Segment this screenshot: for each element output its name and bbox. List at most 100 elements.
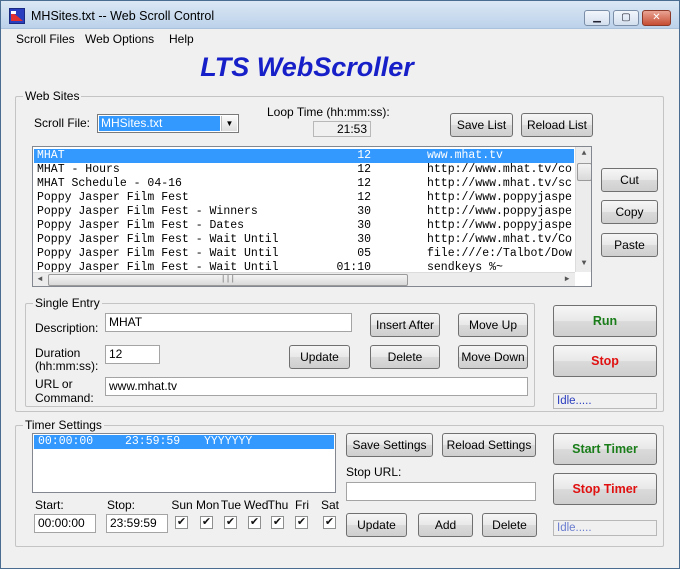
url-command-input[interactable]: www.mhat.tv <box>105 377 528 396</box>
loop-time-label: Loop Time (hh:mm:ss): <box>267 105 390 119</box>
timer-list[interactable]: 00:00:00 23:59:59 YYYYYYY <box>32 433 336 493</box>
site-url: http://www.poppyjaspe <box>427 219 572 232</box>
run-button[interactable]: Run <box>553 305 657 337</box>
hscroll-thumb[interactable]: ||| <box>48 274 408 286</box>
checkmark-icon: ✔ <box>176 516 187 528</box>
stop-url-input[interactable] <box>346 482 536 501</box>
start-time-input[interactable]: 00:00:00 <box>34 514 96 533</box>
url-label-line2: Command: <box>35 391 94 405</box>
site-url: http://www.poppyjaspe <box>427 191 572 204</box>
save-list-button[interactable]: Save List <box>450 113 513 137</box>
site-description: Poppy Jasper Film Fest - Wait Until <box>37 233 279 246</box>
site-url: http://www.poppyjaspe <box>427 205 572 218</box>
day-label-sun: Sun <box>171 498 193 512</box>
insert-after-button[interactable]: Insert After <box>370 313 440 337</box>
sites-list-hscroll[interactable]: ◄ ||| ► <box>33 272 575 286</box>
sites-list[interactable]: MHAT 12 www.mhat.tv MHAT - Hours 12 http://ww… <box>32 146 592 287</box>
timer-settings-group-label: Timer Settings <box>23 418 104 432</box>
day-checkbox-sun[interactable]: ✔ <box>175 516 188 529</box>
menu-help[interactable]: Help <box>169 32 194 46</box>
timer-add-button[interactable]: Add <box>418 513 473 537</box>
day-checkbox-sat[interactable]: ✔ <box>323 516 336 529</box>
close-icon: ✕ <box>652 12 661 23</box>
maximize-icon: ▢ <box>621 12 631 23</box>
timer-row-stop: 23:59:59 <box>125 435 181 448</box>
timer-update-button[interactable]: Update <box>346 513 407 537</box>
move-up-button[interactable]: Move Up <box>458 313 528 337</box>
day-label-fri: Fri <box>295 498 309 512</box>
site-description: Poppy Jasper Film Fest - Wait Until <box>37 247 279 260</box>
scroll-right-icon[interactable]: ► <box>560 273 574 286</box>
day-label-wed: Wed <box>244 498 269 512</box>
scroll-up-icon[interactable]: ▲ <box>576 147 591 161</box>
day-checkbox-tue[interactable]: ✔ <box>224 516 237 529</box>
site-description: MHAT Schedule - 04-16 <box>37 177 182 190</box>
start-timer-button[interactable]: Start Timer <box>553 433 657 465</box>
cut-button[interactable]: Cut <box>601 168 658 192</box>
menu-scroll-files[interactable]: Scroll Files <box>16 32 75 46</box>
site-url: www.mhat.tv <box>427 149 503 162</box>
sites-list-row[interactable]: Poppy Jasper Film Fest - Wait Until 05 fil… <box>34 247 574 261</box>
timer-delete-button[interactable]: Delete <box>482 513 537 537</box>
timer-list-row[interactable]: 00:00:00 23:59:59 YYYYYYY <box>34 435 334 449</box>
sites-list-row[interactable]: Poppy Jasper Film Fest - Wait Until 30 htt… <box>34 233 574 247</box>
day-checkbox-mon[interactable]: ✔ <box>200 516 213 529</box>
paste-button[interactable]: Paste <box>601 233 658 257</box>
site-description: MHAT <box>37 149 65 162</box>
reload-settings-button[interactable]: Reload Settings <box>442 433 536 457</box>
title-bar[interactable]: MHSites.txt -- Web Scroll Control ▁ ▢ ✕ <box>1 1 679 29</box>
sites-list-vscroll[interactable]: ▲ ▼ <box>575 147 591 272</box>
start-label: Start: <box>35 498 64 512</box>
day-checkbox-fri[interactable]: ✔ <box>295 516 308 529</box>
dropdown-arrow-icon[interactable]: ▼ <box>221 116 237 131</box>
sites-list-row[interactable]: MHAT Schedule - 04-16 12 http://www.mhat.t… <box>34 177 574 191</box>
vscroll-thumb[interactable] <box>577 163 591 181</box>
day-label-thu: Thu <box>267 498 289 512</box>
menu-bar: Scroll Files Web Options Help <box>1 29 679 49</box>
app-window: MHSites.txt -- Web Scroll Control ▁ ▢ ✕ … <box>0 0 680 569</box>
duration-label-line1: Duration <box>35 346 81 360</box>
timer-row-days: YYYYYYY <box>204 435 253 448</box>
copy-button[interactable]: Copy <box>601 200 658 224</box>
sites-list-row[interactable]: MHAT 12 www.mhat.tv <box>34 149 574 163</box>
save-settings-button[interactable]: Save Settings <box>346 433 433 457</box>
move-down-button[interactable]: Move Down <box>458 345 528 369</box>
reload-list-button[interactable]: Reload List <box>521 113 593 137</box>
entry-delete-button[interactable]: Delete <box>370 345 440 369</box>
day-checkbox-wed[interactable]: ✔ <box>248 516 261 529</box>
stop-time-label: Stop: <box>107 498 136 512</box>
timer-status: Idle..... <box>553 520 657 536</box>
description-input[interactable]: MHAT <box>105 313 352 332</box>
sites-list-row[interactable]: Poppy Jasper Film Fest - Dates 30 http://w… <box>34 219 574 233</box>
description-label: Description: <box>35 321 99 335</box>
sites-list-row[interactable]: Poppy Jasper Film Fest - Winners 30 http:/… <box>34 205 574 219</box>
checkmark-icon: ✔ <box>249 516 260 528</box>
site-duration: 12 <box>357 149 371 162</box>
scroll-file-select[interactable]: MHSites.txt ▼ <box>97 114 239 133</box>
sites-list-row[interactable]: MHAT - Hours 12 http://www.mhat.tv/co <box>34 163 574 177</box>
stop-button[interactable]: Stop <box>553 345 657 377</box>
window-title: MHSites.txt -- Web Scroll Control <box>31 9 215 23</box>
day-label-sat: Sat <box>320 498 339 512</box>
site-duration: 12 <box>357 191 371 204</box>
loop-time-value: 21:53 <box>313 121 371 137</box>
minimize-button[interactable]: ▁ <box>584 10 610 26</box>
app-title: LTS WebScroller <box>200 52 414 82</box>
site-url: file:///e:/Talbot/Dow <box>427 247 572 260</box>
scroll-down-icon[interactable]: ▼ <box>576 257 591 271</box>
menu-web-options[interactable]: Web Options <box>85 32 154 46</box>
stop-timer-button[interactable]: Stop Timer <box>553 473 657 505</box>
checkmark-icon: ✔ <box>296 516 307 528</box>
site-duration: 12 <box>357 177 371 190</box>
site-description: Poppy Jasper Film Fest - Dates <box>37 219 245 232</box>
day-checkbox-thu[interactable]: ✔ <box>271 516 284 529</box>
stop-time-input[interactable]: 23:59:59 <box>106 514 168 533</box>
sites-list-row[interactable]: Poppy Jasper Film Fest 12 http://www.poppy… <box>34 191 574 205</box>
entry-update-button[interactable]: Update <box>289 345 350 369</box>
scroll-left-icon[interactable]: ◄ <box>33 273 47 286</box>
checkmark-icon: ✔ <box>201 516 212 528</box>
duration-input[interactable]: 12 <box>105 345 160 364</box>
maximize-button[interactable]: ▢ <box>613 10 639 26</box>
run-status: Idle..... <box>553 393 657 409</box>
close-button[interactable]: ✕ <box>642 10 671 26</box>
